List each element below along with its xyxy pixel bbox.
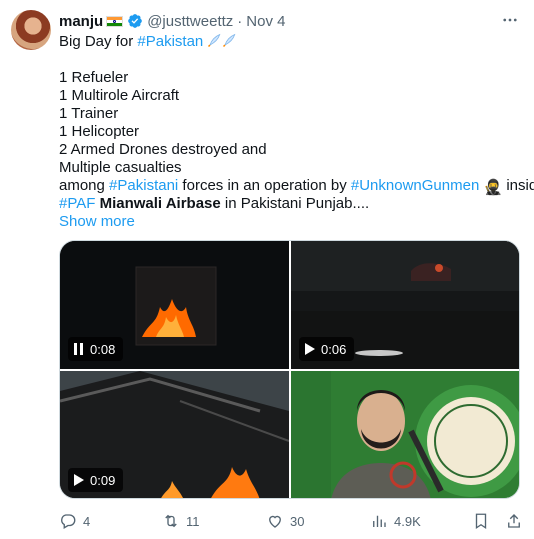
tweet-line: #PAF Mianwali Airbase in Pakistani Punja…	[59, 195, 519, 213]
separator-dot: ·	[237, 12, 243, 30]
views-button[interactable]: 4.9K	[370, 511, 421, 531]
show-more-link[interactable]: Show more	[59, 213, 519, 231]
ninja-emoji: 🥷	[483, 179, 503, 196]
media-grid: 0:08 0:06 0:09	[59, 240, 520, 499]
reply-count: 4	[83, 513, 91, 529]
video-duration: 0:09	[90, 472, 116, 488]
tweet-header: manju @justtweettz · Nov 4	[59, 11, 285, 31]
text-span: 2 Armed Drones destroyed and	[59, 141, 267, 158]
share-button[interactable]	[505, 511, 523, 531]
like-count: 30	[290, 513, 305, 529]
bookmark-icon	[475, 513, 487, 530]
reply-button[interactable]: 4	[59, 511, 90, 531]
portrait-image	[291, 371, 519, 498]
hashtag-link[interactable]: #Pakistani	[109, 177, 178, 194]
tweet-line: 2 Armed Drones destroyed and	[59, 141, 519, 159]
tweet-line: Multiple casualties	[59, 159, 519, 177]
video-thumbnail-1[interactable]: 0:08	[60, 241, 289, 369]
text-span: in Pakistani Punjab....	[220, 195, 370, 212]
tweet-line: 1 Trainer	[59, 105, 519, 123]
video-duration: 0:06	[321, 341, 347, 357]
video-duration-badge: 0:09	[68, 468, 124, 492]
verified-badge-icon	[128, 14, 143, 28]
hashtag-link[interactable]: #Pakistan	[137, 33, 203, 50]
author-name[interactable]: manju	[59, 13, 103, 30]
play-icon	[305, 343, 315, 355]
retweet-button[interactable]: 11	[162, 511, 200, 531]
text-span: forces in an operation by	[178, 177, 351, 194]
hashtag-link[interactable]: #PAF	[59, 195, 95, 212]
tweet-line: 1 Multirole Aircraft	[59, 87, 519, 105]
tweet-line: Big Day for #Pakistan	[59, 33, 519, 51]
play-icon	[74, 474, 84, 486]
reply-icon	[61, 514, 76, 529]
avatar[interactable]	[11, 10, 51, 50]
share-icon	[508, 514, 520, 528]
text-span: 1 Helicopter	[59, 123, 140, 140]
video-thumbnail-3[interactable]: 0:09	[60, 371, 289, 498]
text-span: Multiple casualties	[59, 159, 182, 176]
retweet-count: 11	[186, 513, 200, 529]
video-duration: 0:08	[90, 341, 116, 357]
tweet-text: Big Day for #Pakistan 1 Refueler 1 Multir…	[59, 33, 534, 231]
more-options-icon[interactable]	[500, 10, 520, 30]
tweet-line: 1 Helicopter	[59, 123, 519, 141]
author-handle[interactable]: @justtweettz	[147, 13, 233, 30]
tweet-date[interactable]: Nov 4	[246, 13, 285, 30]
views-chart-icon	[373, 515, 386, 527]
action-bar: 4 11 30 4.9K	[59, 511, 522, 531]
rocket-emoji-icon	[203, 33, 237, 50]
text-span: among	[59, 177, 110, 194]
tweet-line: among #Pakistani forces in an operation …	[59, 177, 534, 196]
retweet-icon	[165, 514, 177, 528]
view-count: 4.9K	[394, 513, 421, 529]
tweet-line: 1 Refueler	[59, 69, 519, 87]
bookmark-button[interactable]	[472, 511, 490, 531]
text-span: 1 Multirole Aircraft	[59, 87, 180, 104]
text-span: 1 Trainer	[59, 105, 119, 122]
text-span: inside	[506, 177, 534, 194]
video-thumbnail-2[interactable]: 0:06	[291, 241, 519, 369]
photo-thumbnail[interactable]	[291, 371, 519, 498]
hashtag-link[interactable]: #UnknownGunmen	[351, 177, 479, 194]
india-flag-icon	[106, 15, 124, 27]
text-span: 1 Refueler	[59, 69, 129, 86]
text-span: Big Day for	[59, 33, 138, 50]
video-duration-badge: 0:08	[68, 337, 124, 361]
bold-text: Mianwali Airbase	[99, 195, 221, 212]
like-button[interactable]: 30	[266, 511, 304, 531]
video-duration-badge: 0:06	[299, 337, 355, 361]
heart-icon	[269, 515, 281, 528]
pause-icon	[74, 343, 83, 355]
